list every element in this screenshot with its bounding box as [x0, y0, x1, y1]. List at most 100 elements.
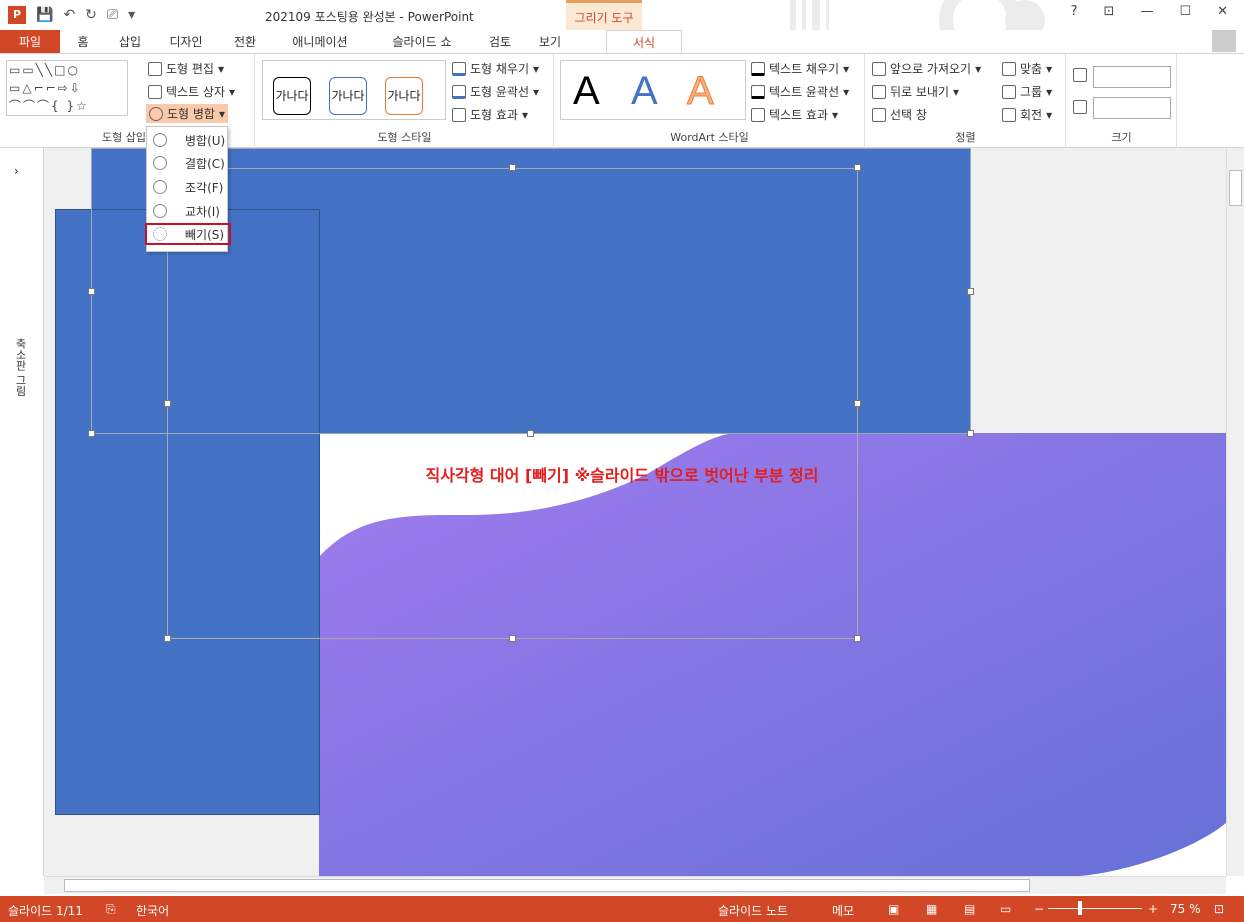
edit-shape-button[interactable]: 도형 편집 ▾	[148, 60, 224, 77]
text-box-icon	[148, 84, 162, 99]
presentation-icon[interactable]: ⎚	[107, 7, 118, 23]
slide-caption: 직사각형 대어 [빼기] ※슬라이드 밖으로 벗어난 부분 정리	[425, 466, 819, 485]
text-outline-button[interactable]: 텍스트 윤곽선 ▾	[751, 83, 849, 100]
text-effects-button[interactable]: 텍스트 효과 ▾	[751, 106, 838, 123]
width-input[interactable]	[1093, 97, 1171, 119]
menu-item-union[interactable]: 병합(U)	[147, 129, 227, 151]
fragment-icon	[153, 180, 167, 194]
slideshow-view-icon[interactable]: ▭	[1000, 902, 1011, 916]
shape-fill-button[interactable]: 도형 채우기 ▾	[452, 60, 539, 77]
redo-icon[interactable]: ↻	[85, 7, 97, 23]
selection-pane-button[interactable]: 선택 창	[872, 106, 927, 123]
expand-thumbnails-icon[interactable]: ›	[14, 164, 19, 178]
tab-view[interactable]: 보기	[524, 30, 576, 53]
shape-style-black[interactable]: 가나다	[273, 77, 311, 115]
shapes-gallery[interactable]: ▭▭╲╲□○ ▭△⌐⌐⇨⇩ ⌒⌒⌒{ }☆	[6, 60, 128, 116]
resize-handle[interactable]	[854, 635, 861, 642]
thumbnail-pane: › 축소판 그림	[0, 148, 44, 876]
vertical-scrollbar[interactable]	[1226, 148, 1244, 876]
ribbon-display-button[interactable]: ⊡	[1104, 4, 1115, 19]
tab-home[interactable]: 홈	[60, 30, 106, 53]
slide-editing-canvas[interactable]	[44, 148, 1226, 876]
ribbon-tabs: 파일 홈 삽입 디자인 전환 애니메이션 슬라이드 쇼 검토 보기 서식	[0, 30, 1244, 54]
tab-file[interactable]: 파일	[0, 30, 60, 53]
help-button[interactable]: ?	[1071, 4, 1078, 19]
resize-handle[interactable]	[164, 400, 171, 407]
shape-style-orange[interactable]: 가나다	[385, 77, 423, 115]
close-button[interactable]: ✕	[1217, 4, 1228, 19]
horizontal-scroll-thumb[interactable]	[64, 879, 1030, 892]
tab-transitions[interactable]: 전환	[218, 30, 272, 53]
shape-style-blue[interactable]: 가나다	[329, 77, 367, 115]
zoom-out-icon[interactable]: −	[1034, 902, 1044, 916]
tab-insert[interactable]: 삽입	[106, 30, 154, 53]
bring-forward-button[interactable]: 앞으로 가져오기 ▾	[872, 60, 981, 77]
customize-qat-icon[interactable]: ▾	[128, 7, 135, 23]
menu-item-fragment[interactable]: 조각(F)	[147, 176, 227, 198]
tab-format[interactable]: 서식	[606, 30, 682, 53]
resize-handle[interactable]	[527, 430, 534, 437]
minimize-button[interactable]: —	[1140, 4, 1153, 19]
menu-item-combine[interactable]: 결합(C)	[147, 152, 227, 174]
zoom-level[interactable]: 75 %	[1170, 902, 1201, 916]
wordart-black[interactable]: A	[573, 69, 600, 114]
union-icon	[153, 133, 167, 147]
normal-view-icon[interactable]: ▣	[888, 902, 899, 916]
thumbnail-pane-label[interactable]: 축소판 그림	[12, 338, 28, 397]
height-input[interactable]	[1093, 66, 1171, 88]
zoom-slider[interactable]	[1048, 908, 1142, 909]
language-indicator[interactable]: 한국어	[136, 902, 169, 919]
vertical-scroll-thumb[interactable]	[1229, 170, 1242, 206]
tab-animations[interactable]: 애니메이션	[272, 30, 368, 53]
tab-slideshow[interactable]: 슬라이드 쇼	[368, 30, 476, 53]
rotate-icon	[1002, 107, 1016, 122]
resize-handle[interactable]	[967, 288, 974, 295]
text-fill-icon	[751, 61, 765, 76]
resize-handle[interactable]	[509, 635, 516, 642]
shape-effects-button[interactable]: 도형 효과 ▾	[452, 106, 528, 123]
resize-handle[interactable]	[88, 288, 95, 295]
tab-review[interactable]: 검토	[476, 30, 524, 53]
tab-design[interactable]: 디자인	[154, 30, 218, 53]
text-fill-button[interactable]: 텍스트 채우기 ▾	[751, 60, 849, 77]
horizontal-scrollbar[interactable]	[44, 876, 1226, 894]
reading-view-icon[interactable]: ▤	[964, 902, 975, 916]
menu-item-intersect[interactable]: 교차(I)	[147, 200, 227, 222]
align-icon	[1002, 61, 1016, 76]
spellcheck-icon[interactable]: ⎘	[106, 902, 116, 917]
merge-shapes-icon	[149, 106, 163, 121]
powerpoint-logo-icon[interactable]: P	[8, 6, 26, 24]
title-bar: P 💾 ↶ ↻ ⎚ ▾ 202109 포스팅용 완성본 - PowerPoint…	[0, 0, 1244, 52]
zoom-in-icon[interactable]: +	[1148, 902, 1158, 916]
undo-icon[interactable]: ↶	[63, 7, 75, 23]
slide-sorter-icon[interactable]: ▦	[926, 902, 937, 916]
wordart-orange[interactable]: A	[687, 69, 715, 114]
wordart-blue[interactable]: A	[631, 69, 658, 114]
wordart-gallery[interactable]: A A A	[560, 60, 746, 120]
maximize-button[interactable]: ☐	[1179, 4, 1191, 19]
resize-handle[interactable]	[509, 164, 516, 171]
shape-outline-button[interactable]: 도형 윤곽선 ▾	[452, 83, 539, 100]
user-avatar[interactable]	[1212, 30, 1236, 52]
resize-handle[interactable]	[854, 164, 861, 171]
rotate-button[interactable]: 회전 ▾	[1002, 106, 1052, 123]
size-label: 크기	[1111, 131, 1132, 144]
group-button[interactable]: 그룹 ▾	[1002, 83, 1052, 100]
send-backward-button[interactable]: 뒤로 보내기 ▾	[872, 83, 959, 100]
text-box-button[interactable]: 텍스트 상자 ▾	[148, 83, 235, 100]
notes-button[interactable]: 슬라이드 노트	[718, 902, 788, 919]
align-button[interactable]: 맞춤 ▾	[1002, 60, 1052, 77]
zoom-slider-thumb[interactable]	[1078, 901, 1082, 915]
comments-button[interactable]: 메모	[832, 902, 854, 919]
resize-handle[interactable]	[88, 430, 95, 437]
resize-handle[interactable]	[164, 635, 171, 642]
fit-to-window-icon[interactable]: ⊡	[1214, 902, 1224, 916]
menu-item-subtract[interactable]: 빼기(S)	[145, 223, 231, 245]
shape-style-gallery[interactable]: 가나다 가나다 가나다	[262, 60, 446, 120]
text-outline-icon	[751, 84, 765, 99]
resize-handle[interactable]	[967, 430, 974, 437]
save-icon[interactable]: 💾	[36, 7, 53, 23]
resize-handle[interactable]	[854, 400, 861, 407]
shape-styles-group: 가나다 가나다 가나다 도형 채우기 ▾ 도형 윤곽선 ▾ 도형 효과 ▾ 도형…	[256, 54, 554, 148]
merge-shapes-button[interactable]: 도형 병합 ▾	[146, 104, 229, 123]
